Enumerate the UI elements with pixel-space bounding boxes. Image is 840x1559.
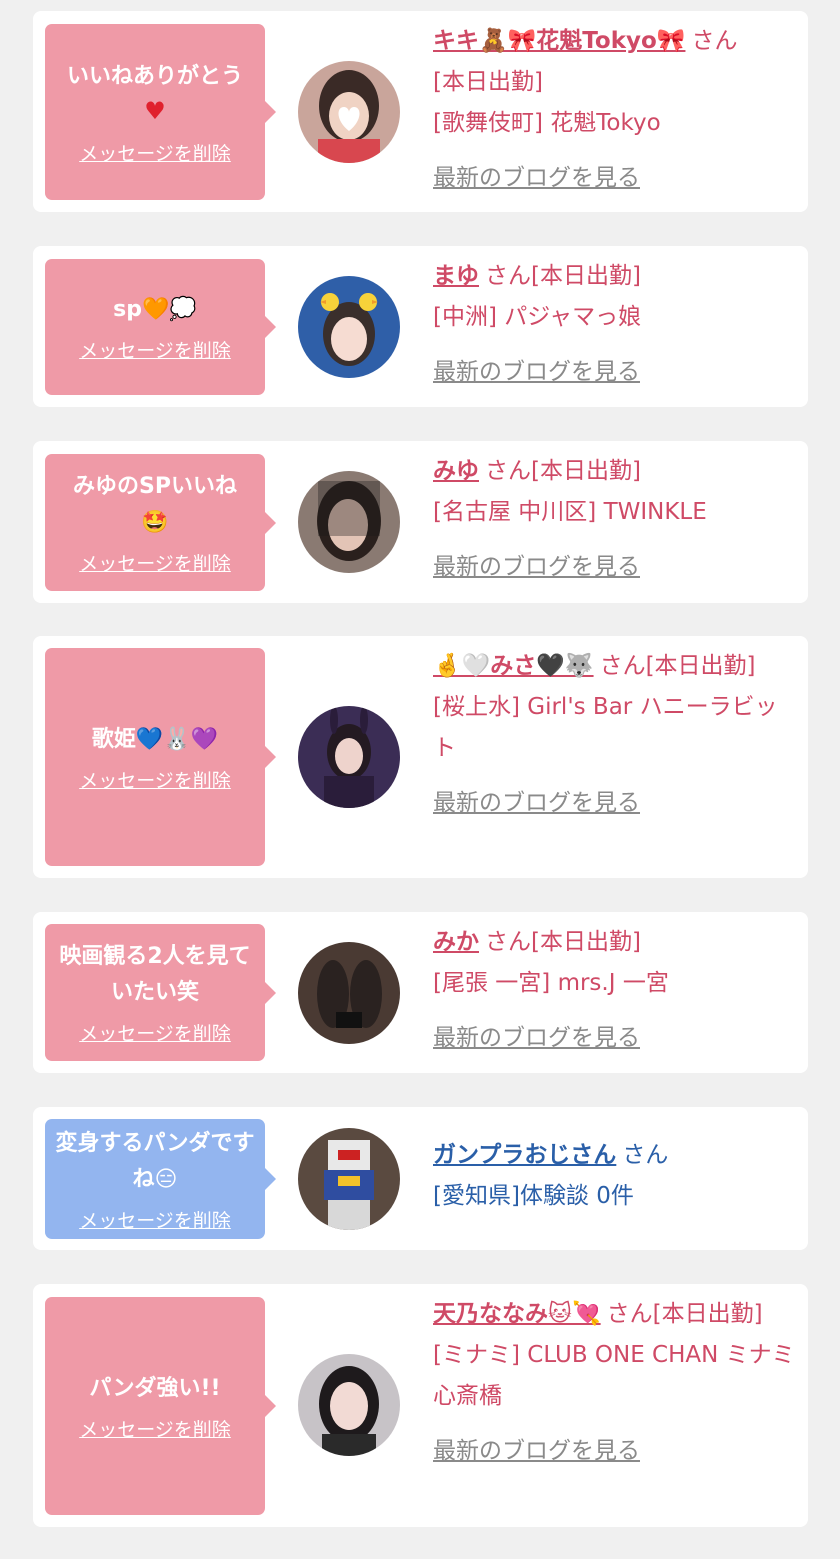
- shop-area: [歌舞伎町] 花魁Tokyo: [433, 110, 661, 136]
- girl-name-link[interactable]: キキ🧸🎀花魁Tokyo🎀: [433, 28, 685, 54]
- girl-name-link[interactable]: みゆ: [433, 458, 479, 484]
- message-text: いいねありがとう ♥: [66, 63, 243, 125]
- message-card: 変身するパンダですね😑 メッセージを削除 ガンプラおじさん さん [愛知県]体験談…: [33, 1107, 808, 1250]
- shop-area: [ミナミ] CLUB ONE CHAN ミナミ 心斎橋: [433, 1342, 795, 1409]
- girl-info: みゆ さん[本日出勤] [名古屋 中川区] TWINKLE 最新のブログを見る: [433, 451, 795, 588]
- girl-info: まゆ さん[本日出勤] [中洲] パジャマっ娘 最新のブログを見る: [433, 256, 795, 393]
- latest-blog-link[interactable]: 最新のブログを見る: [433, 1431, 640, 1472]
- honorific: さん[本日出勤]: [606, 1301, 763, 1327]
- latest-blog-link[interactable]: 最新のブログを見る: [433, 1018, 640, 1059]
- message-bubble: いいねありがとう ♥ メッセージを削除: [45, 24, 276, 200]
- delete-message-link[interactable]: メッセージを削除: [79, 549, 231, 576]
- avatar[interactable]: [298, 942, 400, 1044]
- attendance-status: [本日出勤]: [433, 69, 543, 95]
- message-card: みゆのSPいいね 🤩 メッセージを削除 みゆ さん[本日出勤] [名古屋 中川区] …: [33, 441, 808, 603]
- avatar[interactable]: [298, 1354, 400, 1456]
- message-text: sp🧡💭: [113, 296, 197, 322]
- avatar[interactable]: [298, 276, 400, 378]
- girl-name-link[interactable]: みか: [433, 929, 479, 955]
- delete-message-link[interactable]: メッセージを削除: [79, 1019, 231, 1046]
- honorific: さん[本日出勤]: [485, 929, 641, 955]
- delete-message-link[interactable]: メッセージを削除: [79, 336, 231, 363]
- message-card: いいねありがとう ♥ メッセージを削除 キキ🧸🎀花魁Tokyo🎀 さん [本日出勤]…: [33, 11, 808, 212]
- user-info: ガンプラおじさん さん [愛知県]体験談 0件: [433, 1135, 795, 1217]
- heart-icon: ♥: [144, 96, 166, 125]
- girl-info: みか さん[本日出勤] [尾張 一宮] mrs.J 一宮 最新のブログを見る: [433, 922, 795, 1059]
- latest-blog-link[interactable]: 最新のブログを見る: [433, 547, 640, 588]
- message-text: みゆのSPいいね 🤩: [73, 474, 237, 535]
- star-struck-icon: 🤩: [141, 510, 169, 535]
- girl-info: キキ🧸🎀花魁Tokyo🎀 さん [本日出勤] [歌舞伎町] 花魁Tokyo 最新の…: [433, 21, 795, 199]
- message-bubble: 歌姫💙🐰💜 メッセージを削除: [45, 648, 276, 866]
- girl-info: 🤞🤍みさ🖤🐺 さん[本日出勤] [桜上水] Girl's Bar ハニーラビット …: [433, 646, 795, 824]
- honorific: さん[本日出勤]: [485, 263, 641, 289]
- honorific: さん: [622, 1142, 669, 1168]
- message-bubble: パンダ強い!! メッセージを削除: [45, 1297, 276, 1515]
- message-card: 歌姫💙🐰💜 メッセージを削除 🤞🤍みさ🖤🐺 さん[本日出勤] [桜上水] Girl…: [33, 636, 808, 878]
- message-card: パンダ強い!! メッセージを削除 天乃ななみ🐱💘 さん[本日出勤] [ミナミ] C…: [33, 1284, 808, 1527]
- shop-area: [名古屋 中川区] TWINKLE: [433, 499, 707, 525]
- shop-area: [中洲] パジャマっ娘: [433, 304, 642, 330]
- user-name-link[interactable]: ガンプラおじさん: [433, 1142, 616, 1168]
- message-card: 映画観る2人を見ていたい笑 メッセージを削除 みか さん[本日出勤] [尾張 一宮…: [33, 912, 808, 1073]
- avatar[interactable]: [298, 61, 400, 163]
- message-bubble: 映画観る2人を見ていたい笑 メッセージを削除: [45, 924, 276, 1061]
- avatar[interactable]: [298, 706, 400, 808]
- message-bubble: 変身するパンダですね😑 メッセージを削除: [45, 1119, 276, 1239]
- honorific: さん[本日出勤]: [599, 653, 756, 679]
- latest-blog-link[interactable]: 最新のブログを見る: [433, 158, 640, 199]
- message-text: 変身するパンダですね😑: [55, 1130, 255, 1192]
- message-text: 映画観る2人を見ていたい笑: [59, 944, 251, 1005]
- honorific: さん[本日出勤]: [485, 458, 641, 484]
- girl-name-link[interactable]: 天乃ななみ🐱💘: [433, 1301, 601, 1327]
- delete-message-link[interactable]: メッセージを削除: [79, 139, 231, 166]
- shop-area: [桜上水] Girl's Bar ハニーラビット: [433, 694, 778, 761]
- delete-message-link[interactable]: メッセージを削除: [79, 766, 231, 793]
- shop-area: [尾張 一宮] mrs.J 一宮: [433, 970, 669, 996]
- delete-message-link[interactable]: メッセージを削除: [79, 1206, 231, 1233]
- message-bubble: みゆのSPいいね 🤩 メッセージを削除: [45, 454, 276, 591]
- latest-blog-link[interactable]: 最新のブログを見る: [433, 783, 640, 824]
- girl-name-link[interactable]: まゆ: [433, 263, 479, 289]
- message-text: パンダ強い!!: [89, 1375, 221, 1401]
- girl-name-link[interactable]: 🤞🤍みさ🖤🐺: [433, 653, 594, 679]
- message-text: 歌姫💙🐰💜: [91, 726, 219, 752]
- girl-info: 天乃ななみ🐱💘 さん[本日出勤] [ミナミ] CLUB ONE CHAN ミナミ …: [433, 1294, 795, 1472]
- delete-message-link[interactable]: メッセージを削除: [79, 1415, 231, 1442]
- message-bubble: sp🧡💭 メッセージを削除: [45, 259, 276, 395]
- latest-blog-link[interactable]: 最新のブログを見る: [433, 352, 640, 393]
- message-card: sp🧡💭 メッセージを削除 まゆ さん[本日出勤] [中洲] パジャマっ娘 最新の…: [33, 246, 808, 407]
- avatar[interactable]: [298, 471, 400, 573]
- honorific: さん: [691, 28, 738, 54]
- review-count: [愛知県]体験談 0件: [433, 1183, 634, 1209]
- avatar[interactable]: [298, 1128, 400, 1230]
